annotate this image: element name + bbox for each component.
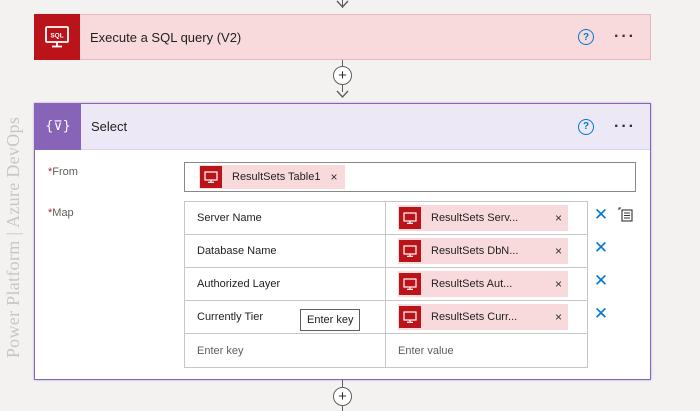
delete-row-icon[interactable]: ✕: [593, 272, 609, 289]
select-action-card[interactable]: {⊽} Select ? ··· *From ResultSets Table1…: [34, 103, 651, 380]
remove-token-icon[interactable]: ×: [555, 277, 562, 291]
map-key-input[interactable]: Currently Tier Enter key: [185, 301, 386, 333]
map-label-text: Map: [52, 207, 74, 219]
map-value-token[interactable]: ResultSets Aut... ×: [398, 271, 568, 297]
from-token[interactable]: ResultSets Table1 ×: [199, 165, 346, 189]
remove-token-icon[interactable]: ×: [330, 170, 337, 184]
map-row-new: Enter key Enter value: [185, 334, 587, 367]
map-key-text: Currently Tier: [197, 311, 264, 323]
help-icon[interactable]: ?: [578, 29, 595, 45]
map-key-input[interactable]: Server Name: [185, 202, 386, 234]
arrow-down-icon: [336, 90, 349, 99]
map-row: Server Name ResultSets Serv... ×: [185, 202, 587, 235]
map-key-input[interactable]: Database Name: [185, 235, 386, 267]
remove-token-icon[interactable]: ×: [555, 310, 562, 324]
sql-action-title: Execute a SQL query (V2): [90, 29, 242, 45]
map-value-input[interactable]: ResultSets DbN... ×: [386, 235, 587, 267]
switch-to-text-mode-icon[interactable]: [618, 207, 634, 223]
watermark-text: Power Platform | Azure DevOps: [3, 116, 24, 359]
from-token-label: ResultSets Table1: [232, 171, 321, 183]
new-value-input[interactable]: Enter value: [386, 334, 587, 367]
sql-database-icon: [399, 273, 421, 295]
from-label: *From: [48, 166, 78, 178]
data-operation-icon: {⊽}: [35, 103, 81, 150]
from-label-text: From: [52, 166, 78, 178]
sql-action-card[interactable]: SQL Execute a SQL query (V2) ? ···: [34, 14, 651, 60]
map-label: *Map: [48, 207, 74, 219]
select-action-header[interactable]: {⊽} Select ? ···: [35, 103, 650, 150]
delete-row-icon[interactable]: ✕: [593, 206, 609, 223]
sql-database-icon: SQL: [34, 14, 80, 60]
arrow-down-icon: [336, 0, 349, 9]
insert-step-button[interactable]: +: [333, 387, 352, 406]
svg-text:SQL: SQL: [50, 33, 63, 40]
map-row: Authorized Layer ResultSets Aut... ×: [185, 268, 587, 301]
map-value-token-label: ResultSets Aut...: [431, 278, 513, 290]
map-table: Server Name ResultSets Serv... × Databas…: [184, 201, 588, 368]
map-row: Currently Tier Enter key ResultSets Curr…: [185, 301, 587, 334]
sql-database-icon: [399, 306, 421, 328]
select-action-title: Select: [91, 119, 128, 134]
more-options-icon[interactable]: ···: [614, 29, 636, 45]
map-value-input[interactable]: ResultSets Serv... ×: [386, 202, 587, 234]
sql-database-icon: [399, 207, 421, 229]
delete-row-icon[interactable]: ✕: [593, 239, 609, 256]
map-value-token[interactable]: ResultSets Serv... ×: [398, 205, 568, 231]
from-input[interactable]: ResultSets Table1 ×: [184, 162, 636, 192]
map-row: Database Name ResultSets DbN... ×: [185, 235, 587, 268]
insert-step-button[interactable]: +: [333, 66, 352, 85]
map-value-token[interactable]: ResultSets Curr... ×: [398, 304, 568, 330]
watermark: Power Platform | Azure DevOps: [2, 95, 26, 380]
map-value-token-label: ResultSets Curr...: [431, 311, 518, 323]
remove-token-icon[interactable]: ×: [555, 211, 562, 225]
help-icon[interactable]: ?: [578, 118, 595, 135]
sql-database-icon: [399, 240, 421, 262]
sql-database-icon: [200, 166, 222, 188]
key-tooltip: Enter key: [300, 309, 361, 331]
map-value-input[interactable]: ResultSets Aut... ×: [386, 268, 587, 300]
map-value-token-label: ResultSets DbN...: [431, 245, 519, 257]
map-key-input[interactable]: Authorized Layer: [185, 268, 386, 300]
more-options-icon[interactable]: ···: [614, 118, 636, 135]
map-value-token-label: ResultSets Serv...: [431, 212, 519, 224]
remove-token-icon[interactable]: ×: [555, 244, 562, 258]
new-key-input[interactable]: Enter key: [185, 334, 386, 367]
delete-row-icon[interactable]: ✕: [593, 305, 609, 322]
map-value-input[interactable]: ResultSets Curr... ×: [386, 301, 587, 333]
map-value-token[interactable]: ResultSets DbN... ×: [398, 238, 568, 264]
